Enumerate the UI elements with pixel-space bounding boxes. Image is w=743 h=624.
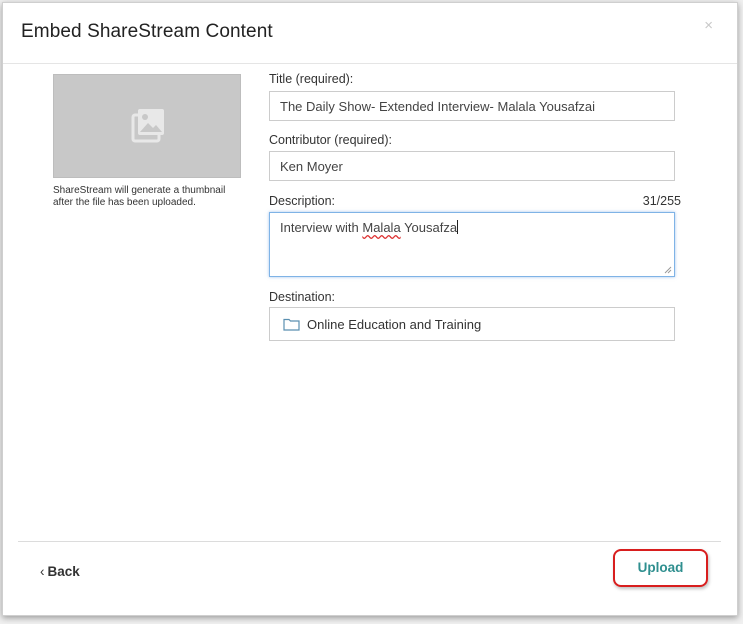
- upload-button[interactable]: Upload: [619, 554, 702, 582]
- close-icon[interactable]: ×: [704, 17, 713, 34]
- destination-value: Online Education and Training: [307, 317, 482, 332]
- destination-selector[interactable]: Online Education and Training: [269, 307, 675, 341]
- destination-label: Destination:: [269, 290, 336, 304]
- text-caret: [457, 220, 459, 234]
- description-char-count: 31/255: [642, 194, 681, 208]
- dialog-title: Embed ShareStream Content: [21, 21, 273, 42]
- back-button[interactable]: ‹ Back: [40, 564, 80, 579]
- title-label: Title (required):: [269, 72, 354, 86]
- image-gallery-icon: [131, 109, 164, 143]
- dialog-header: Embed ShareStream Content ×: [3, 3, 737, 64]
- description-text-end: Yousafza: [404, 220, 458, 235]
- contributor-label: Contributor (required):: [269, 133, 392, 147]
- chevron-left-icon: ‹: [40, 564, 45, 579]
- back-label: Back: [47, 564, 80, 579]
- description-label: Description:: [269, 194, 335, 208]
- folder-icon: [283, 318, 300, 331]
- misspelled-word: Malala: [362, 220, 401, 235]
- resize-handle-icon[interactable]: [664, 266, 672, 274]
- contributor-input[interactable]: Ken Moyer: [269, 151, 675, 181]
- title-input[interactable]: The Daily Show- Extended Interview- Mala…: [269, 91, 675, 121]
- description-text-prefix: Interview with: [280, 220, 363, 235]
- description-textarea[interactable]: Interview with Malala Yousafza: [269, 212, 675, 277]
- thumbnail-note: ShareStream will generate a thumbnail af…: [53, 185, 226, 208]
- footer-divider: [18, 541, 721, 542]
- thumbnail-placeholder: [53, 74, 241, 178]
